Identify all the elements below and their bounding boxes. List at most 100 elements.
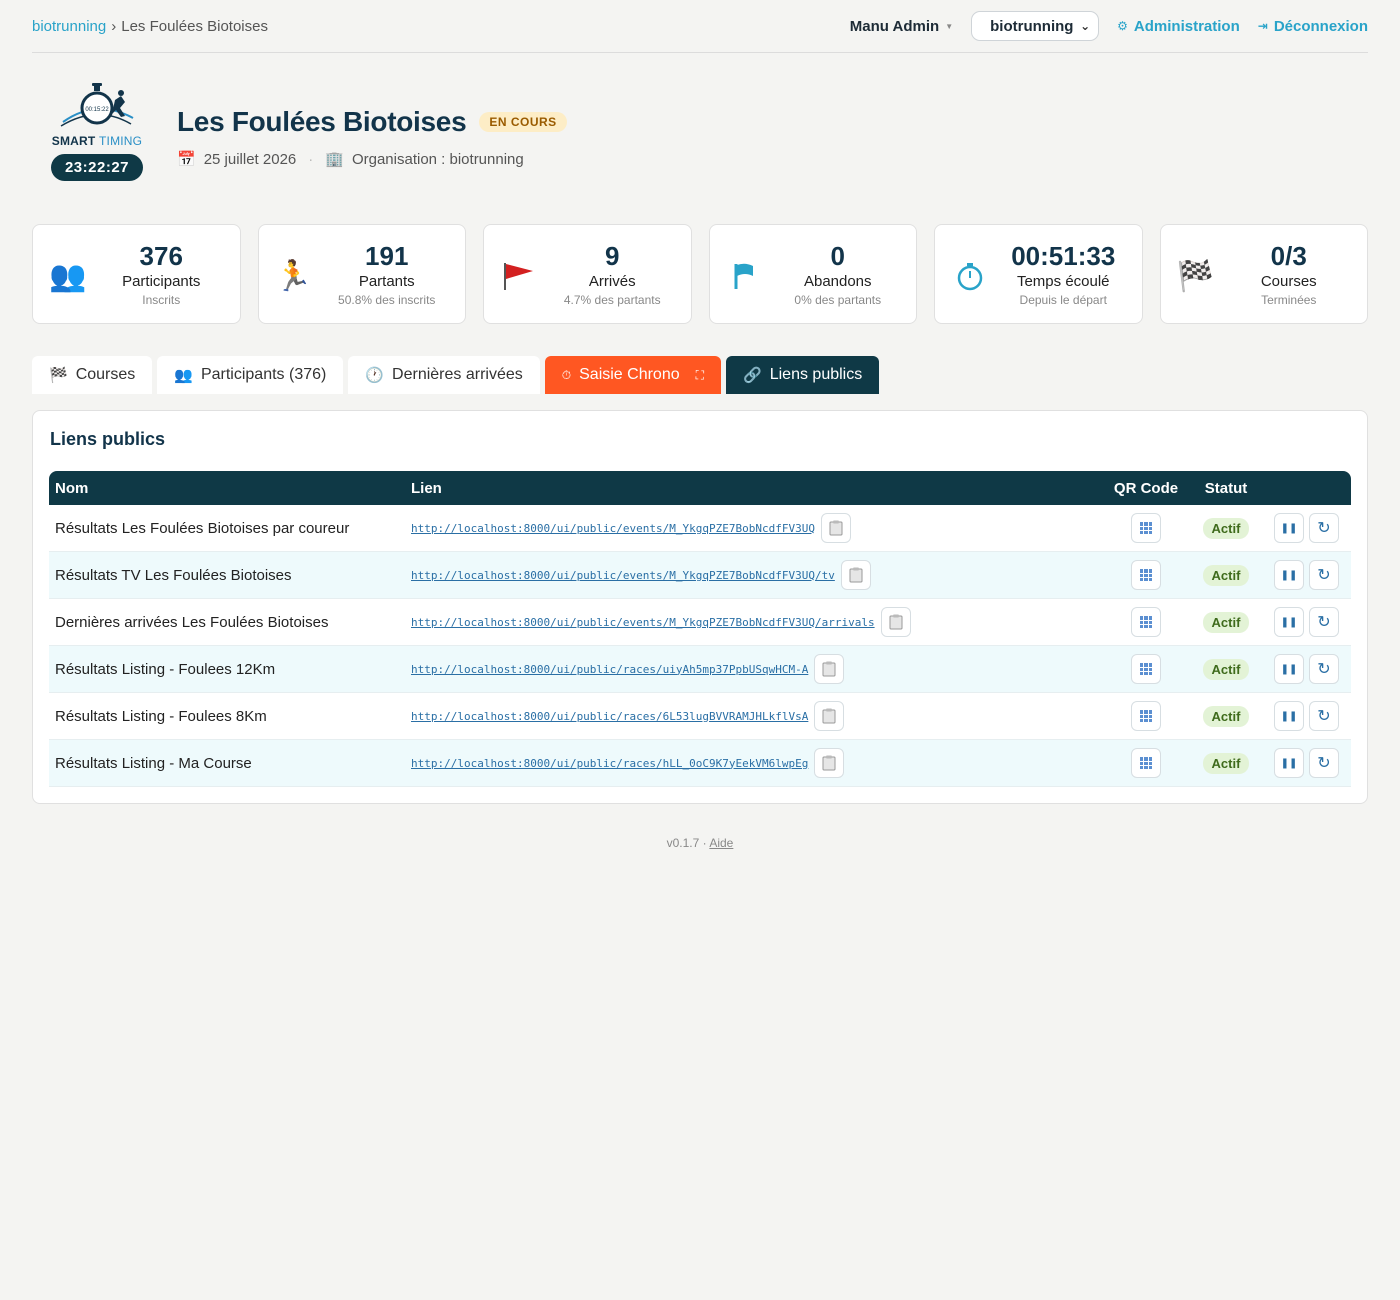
status-badge: Actif — [1202, 705, 1250, 727]
footer: v0.1.7 · Aide — [0, 836, 1400, 850]
breadcrumb-separator: › — [111, 17, 117, 35]
regenerate-button[interactable]: ↻ — [1309, 748, 1339, 778]
top-right-actions: Manu Admin ▼ biotrunning ⌄ ⚙ Administrat… — [850, 11, 1368, 41]
qr-code-icon — [1140, 710, 1152, 723]
refresh-icon: ↻ — [1317, 708, 1331, 725]
tab-chrono-entry[interactable]: ⏱ Saisie Chrono ⛶ — [544, 356, 722, 394]
stats-row: 👥 376 Participants Inscrits 🏃 191 Partan… — [32, 224, 1368, 324]
stat-value: 9 — [605, 241, 620, 271]
pause-icon: ❚❚ — [1280, 663, 1298, 675]
tab-label: Saisie Chrono — [579, 366, 680, 383]
stat-value: 0/3 — [1270, 241, 1307, 271]
breadcrumb: biotrunning › Les Foulées Biotoises — [32, 18, 268, 35]
column-header-status: Statut — [1204, 479, 1248, 497]
regenerate-button[interactable]: ↻ — [1309, 560, 1339, 590]
breadcrumb-root-link[interactable]: biotrunning — [32, 18, 106, 35]
regenerate-button[interactable]: ↻ — [1309, 654, 1339, 684]
blue-flag-icon — [726, 257, 764, 295]
tab-participants[interactable]: 👥 Participants (376) — [157, 356, 344, 394]
stopwatch-runner-logo-icon: 00:15:22 — [60, 83, 134, 127]
public-link-url[interactable]: http://localhost:8000/ui/public/events/M… — [411, 522, 815, 535]
copy-link-button[interactable] — [814, 748, 845, 778]
clipboard-icon — [822, 661, 836, 677]
event-date: 25 juillet 2026 — [203, 150, 297, 168]
administration-link-label: Administration — [1133, 17, 1240, 35]
table-row: Résultats Les Foulées Biotoises par cour… — [49, 505, 1351, 552]
public-link-url[interactable]: http://localhost:8000/ui/public/races/hL… — [411, 757, 808, 770]
qr-code-button[interactable] — [1131, 654, 1161, 685]
pause-button[interactable]: ❚❚ — [1274, 607, 1304, 637]
breadcrumb-current: Les Foulées Biotoises — [121, 17, 268, 35]
logout-icon: ⇥ — [1257, 19, 1268, 33]
public-link-url[interactable]: http://localhost:8000/ui/public/events/M… — [411, 569, 835, 582]
event-meta: 📅 25 juillet 2026 · 🏢 Organisation : bio… — [177, 150, 567, 169]
status-badge: Actif — [1202, 752, 1250, 774]
copy-link-button[interactable] — [820, 513, 851, 543]
table-row: Résultats TV Les Foulées Biotoises http:/… — [49, 552, 1351, 599]
stat-label: Partants — [358, 273, 415, 290]
column-header-qr: QR Code — [1113, 479, 1179, 497]
regenerate-button[interactable]: ↻ — [1309, 607, 1339, 637]
svg-text:00:15:22: 00:15:22 — [85, 107, 109, 113]
public-link-url[interactable]: http://localhost:8000/ui/public/races/ui… — [411, 663, 808, 676]
qr-code-button[interactable] — [1131, 513, 1161, 544]
status-badge: EN COURS — [479, 112, 567, 132]
stat-card-partants: 🏃 191 Partants 50.8% des inscrits — [257, 224, 466, 324]
stat-subtitle: Inscrits — [142, 293, 181, 307]
qr-code-button[interactable] — [1131, 701, 1161, 732]
stat-value: 0 — [830, 241, 845, 271]
copy-link-button[interactable] — [814, 701, 845, 731]
qr-code-button[interactable] — [1131, 748, 1161, 779]
status-badge: Actif — [1202, 517, 1250, 539]
tab-latest-arrivals[interactable]: 🕐 Dernières arrivées — [348, 356, 540, 394]
pause-icon: ❚❚ — [1280, 757, 1298, 769]
stat-subtitle: Terminées — [1261, 293, 1317, 307]
stat-label: Courses — [1260, 273, 1317, 290]
user-menu[interactable]: Manu Admin ▼ — [850, 18, 953, 35]
calendar-icon: 📅 — [177, 151, 196, 168]
tab-courses[interactable]: 🏁 Courses — [32, 356, 153, 394]
refresh-icon: ↻ — [1317, 520, 1331, 537]
stat-subtitle: 50.8% des inscrits — [338, 293, 436, 307]
table-row: Résultats Listing - Ma Course http://loca… — [49, 740, 1351, 787]
stopwatch-icon — [951, 257, 989, 295]
copy-link-button[interactable] — [840, 560, 871, 590]
event-title-row: Les Foulées Biotoises EN COURS — [177, 106, 567, 138]
stat-card-participants: 👥 376 Participants Inscrits — [32, 224, 241, 324]
checkered-flag-icon: 🏁 — [49, 367, 68, 384]
event-header: 00:15:22 SMART TIMING 23:22:27 Les Foulé… — [50, 78, 567, 181]
qr-code-button[interactable] — [1131, 560, 1161, 591]
status-badge: Actif — [1202, 564, 1250, 586]
help-link[interactable]: Aide — [709, 836, 733, 850]
regenerate-button[interactable]: ↻ — [1309, 513, 1339, 543]
stat-label: Arrivés — [588, 273, 636, 290]
public-link-url[interactable]: http://localhost:8000/ui/public/races/6L… — [411, 710, 808, 723]
refresh-icon: ↻ — [1317, 755, 1331, 772]
organisation-select[interactable]: biotrunning ⌄ — [971, 11, 1100, 41]
pause-button[interactable]: ❚❚ — [1274, 560, 1304, 590]
qr-code-icon — [1140, 522, 1152, 535]
pause-button[interactable]: ❚❚ — [1274, 654, 1304, 684]
pause-button[interactable]: ❚❚ — [1274, 701, 1304, 731]
qr-code-button[interactable] — [1131, 607, 1161, 638]
panel-title: Liens publics — [50, 429, 166, 449]
stat-subtitle: 4.7% des partants — [563, 293, 661, 307]
clipboard-icon — [849, 567, 863, 583]
chevron-down-icon: ⌄ — [1080, 19, 1091, 33]
regenerate-button[interactable]: ↻ — [1309, 701, 1339, 731]
clipboard-icon — [822, 708, 836, 724]
administration-link[interactable]: ⚙ Administration — [1117, 18, 1240, 35]
status-badge: Actif — [1202, 658, 1250, 680]
people-icon: 👥 — [174, 367, 193, 384]
qr-code-icon — [1140, 663, 1152, 676]
tab-label: Dernières arrivées — [392, 366, 523, 383]
public-link-url[interactable]: http://localhost:8000/ui/public/events/M… — [411, 616, 875, 629]
tab-public-links[interactable]: 🔗 Liens publics — [726, 356, 880, 394]
event-organisation: Organisation : biotrunning — [351, 150, 524, 168]
link-name: Résultats Listing - Foulees 12Km — [55, 660, 276, 678]
copy-link-button[interactable] — [814, 654, 845, 684]
logout-link[interactable]: ⇥ Déconnexion — [1258, 18, 1368, 35]
copy-link-button[interactable] — [880, 607, 911, 637]
pause-button[interactable]: ❚❚ — [1274, 513, 1304, 543]
pause-button[interactable]: ❚❚ — [1274, 748, 1304, 778]
